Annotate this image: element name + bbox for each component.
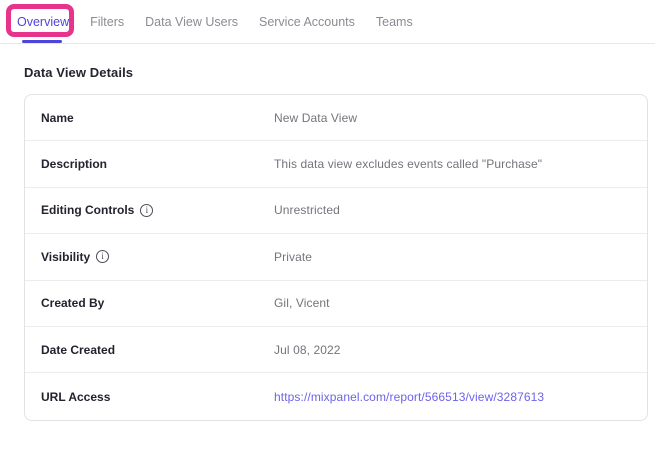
data-view-details-card: Name New Data View Description This data… bbox=[24, 94, 648, 421]
active-tab-underline bbox=[22, 40, 62, 43]
tab-data-view-users-label: Data View Users bbox=[145, 15, 238, 29]
tab-teams-label: Teams bbox=[376, 15, 413, 29]
detail-value: Unrestricted bbox=[274, 203, 340, 217]
detail-value: Gil, Vicent bbox=[274, 296, 330, 310]
detail-label: Date Created bbox=[41, 343, 274, 357]
tab-data-view-users[interactable]: Data View Users bbox=[145, 15, 238, 30]
detail-label: URL Access bbox=[41, 390, 274, 404]
detail-row-created-by: Created By Gil, Vicent bbox=[25, 281, 647, 327]
tab-service-accounts[interactable]: Service Accounts bbox=[259, 15, 355, 30]
tab-filters-label: Filters bbox=[90, 15, 124, 29]
tab-overview[interactable]: Overview bbox=[17, 15, 69, 30]
detail-value: This data view excludes events called "P… bbox=[274, 157, 542, 171]
detail-row-url-access: URL Access https://mixpanel.com/report/5… bbox=[25, 373, 647, 419]
detail-label: Created By bbox=[41, 296, 274, 310]
tab-service-accounts-label: Service Accounts bbox=[259, 15, 355, 29]
page-title: Data View Details bbox=[24, 65, 655, 80]
detail-row-description: Description This data view excludes even… bbox=[25, 141, 647, 187]
detail-label: Description bbox=[41, 157, 274, 171]
detail-row-editing-controls: Editing Controls i Unrestricted bbox=[25, 188, 647, 234]
detail-value: Private bbox=[274, 250, 312, 264]
detail-label: Name bbox=[41, 111, 274, 125]
detail-row-date-created: Date Created Jul 08, 2022 bbox=[25, 327, 647, 373]
detail-row-name: Name New Data View bbox=[25, 95, 647, 141]
tab-overview-label: Overview bbox=[17, 15, 69, 29]
detail-row-visibility: Visibility i Private bbox=[25, 234, 647, 280]
data-view-url-link[interactable]: https://mixpanel.com/report/566513/view/… bbox=[274, 390, 544, 404]
tab-bar: Overview Filters Data View Users Service… bbox=[0, 0, 655, 44]
detail-value: Jul 08, 2022 bbox=[274, 343, 341, 357]
info-icon[interactable]: i bbox=[140, 204, 153, 217]
tab-teams[interactable]: Teams bbox=[376, 15, 413, 30]
detail-label: Visibility i bbox=[41, 250, 274, 264]
detail-value: New Data View bbox=[274, 111, 357, 125]
info-icon[interactable]: i bbox=[96, 250, 109, 263]
detail-label: Editing Controls i bbox=[41, 203, 274, 217]
tab-filters[interactable]: Filters bbox=[90, 15, 124, 30]
